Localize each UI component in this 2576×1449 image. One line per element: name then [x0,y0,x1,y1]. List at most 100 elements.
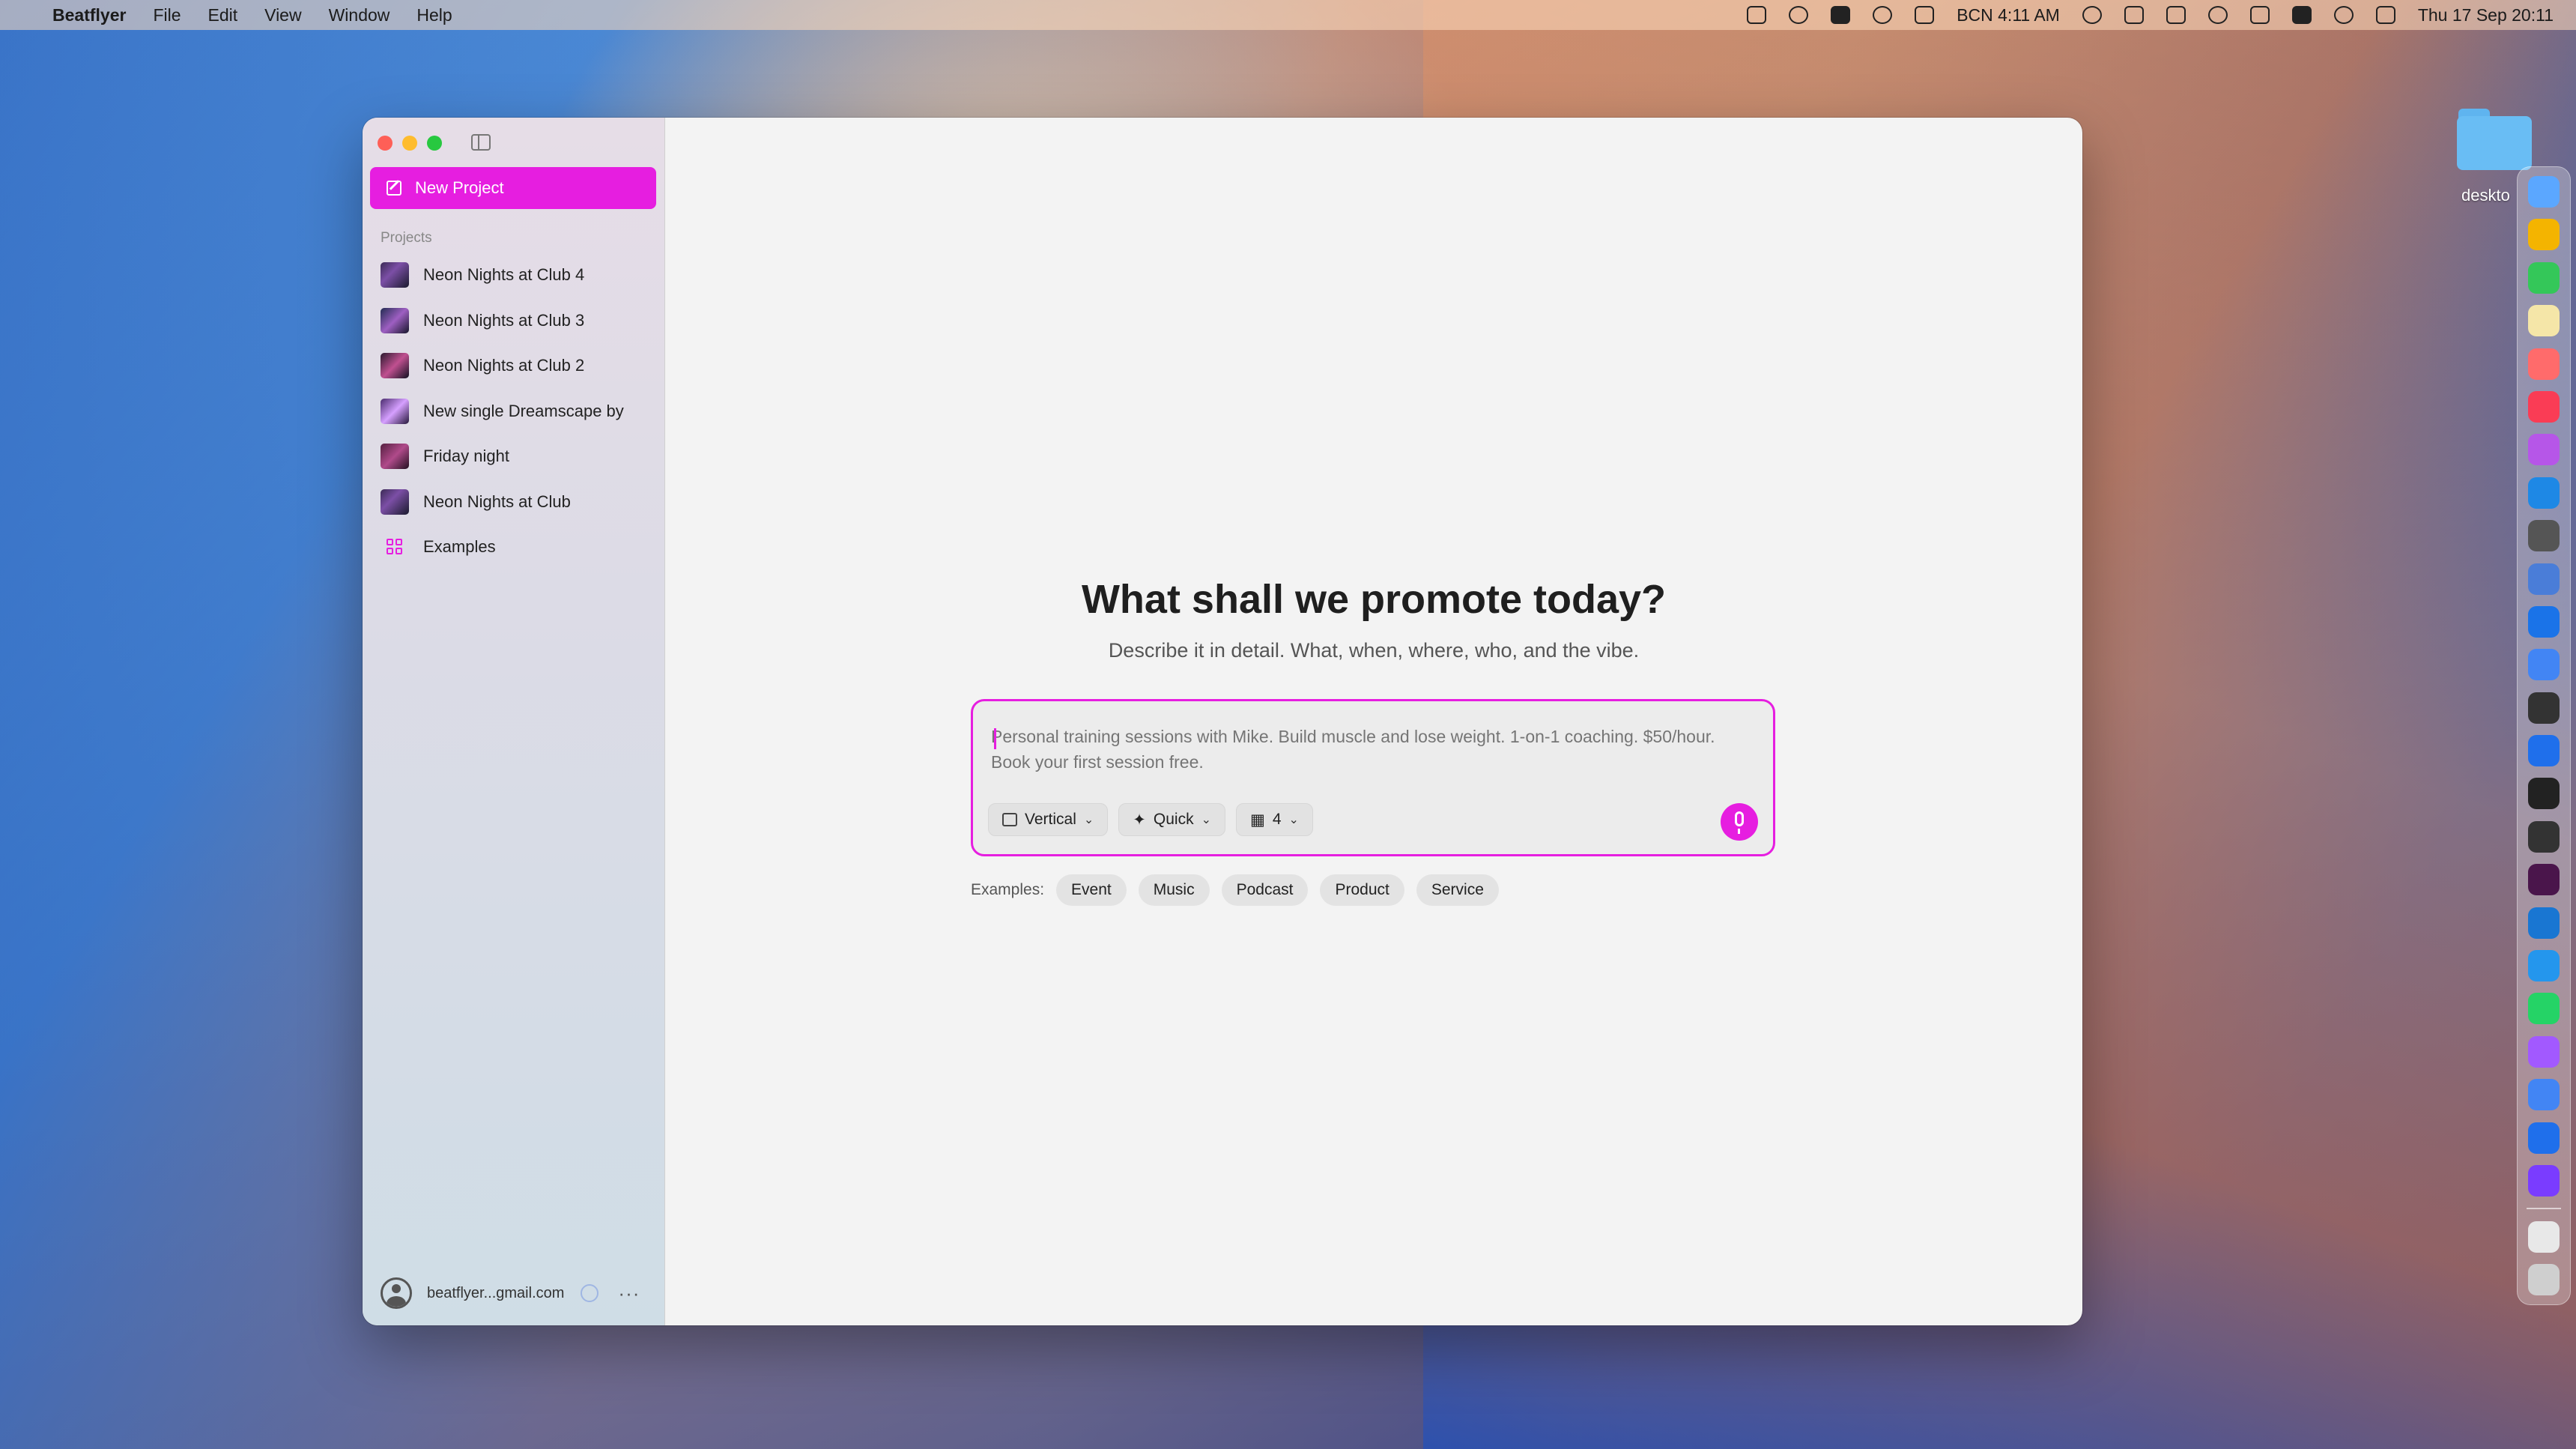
project-list: Neon Nights at Club 4 Neon Nights at Clu… [363,252,664,570]
vpn-status-icon[interactable] [1873,6,1893,24]
menu-view[interactable]: View [264,5,301,25]
chevron-down-icon: ⌄ [1288,814,1299,826]
microphone-button[interactable] [1721,803,1758,841]
desktop-folder-icon[interactable] [2457,109,2532,170]
battery-icon[interactable] [2291,6,2312,24]
count-value: 4 [1272,811,1282,828]
count-select[interactable]: ▦ 4 ⌄ [1235,803,1313,836]
sidebar-item-project[interactable]: New single Dreamscape by [363,389,664,435]
dock-app-icon[interactable] [2528,1079,2560,1111]
volume-icon[interactable] [2166,6,2186,24]
creative-cloud-icon[interactable] [1789,6,1809,24]
dock-app-icon[interactable] [2528,605,2560,638]
project-title: Neon Nights at Club 3 [423,310,585,330]
project-title: New single Dreamscape by [423,401,624,420]
example-chip-event[interactable]: Event [1056,874,1127,906]
project-thumbnail [381,307,409,333]
dock-app-icon[interactable] [2528,348,2560,380]
dock-app-icon[interactable] [2528,864,2560,896]
dock-app-icon[interactable] [2528,1122,2560,1154]
dock-app-icon[interactable] [2528,176,2560,208]
prompt-options: Vertical ⌄ ✦ Quick ⌄ ▦ 4 ⌄ [988,803,1313,836]
sidebar-item-examples[interactable]: Examples [363,524,664,570]
project-title: Neon Nights at Club 4 [423,265,585,285]
project-thumbnail [381,444,409,470]
dock-app-icon[interactable] [2528,778,2560,810]
dropbox-icon[interactable] [1915,6,1935,24]
mode-select[interactable]: ✦ Quick ⌄ [1118,803,1225,836]
text-caret [994,728,996,749]
dock-app-icon[interactable] [2528,950,2560,982]
example-chip-music[interactable]: Music [1138,874,1210,906]
loading-spinner-icon [581,1284,599,1302]
dock-app-icon[interactable] [2528,563,2560,595]
dock-app-icon[interactable] [2528,1035,2560,1068]
control-center-icon[interactable] [2375,6,2395,24]
menu-edit[interactable]: Edit [208,5,238,25]
trash-icon[interactable] [2528,1264,2560,1296]
layout-icon [1002,813,1017,826]
dock-app-icon[interactable] [2528,907,2560,939]
page-title: What shall we promote today? [1081,577,1667,622]
display-icon[interactable] [2124,6,2144,24]
project-title: Friday night [423,447,509,466]
avatar-icon[interactable] [381,1277,412,1309]
project-thumbnail [381,353,409,379]
zoom-window-button[interactable] [427,136,442,151]
dock-app-icon[interactable] [2528,1164,2560,1197]
dock-app-icon[interactable] [2528,219,2560,251]
menu-window[interactable]: Window [329,5,390,25]
page-subtitle: Describe it in detail. What, when, where… [1108,639,1640,662]
desktop-folder-label[interactable]: deskto [2461,186,2510,205]
box-status-icon[interactable] [1831,6,1851,24]
app-window: New Project Projects Neon Nights at Club… [363,118,2082,1325]
dock-app-icon[interactable] [2528,261,2560,294]
menu-file[interactable]: File [153,5,181,25]
world-clock-status[interactable]: BCN 4:11 AM [1957,5,2060,25]
sidebar-item-project[interactable]: Neon Nights at Club 3 [363,298,664,344]
orientation-select[interactable]: Vertical ⌄ [988,803,1109,836]
menu-app-name[interactable]: Beatflyer [52,5,126,25]
minimize-window-button[interactable] [402,136,417,151]
dock-app-icon[interactable] [2528,993,2560,1025]
dock-app-icon[interactable] [2528,692,2560,724]
project-thumbnail [381,398,409,424]
dock-app-icon[interactable] [2528,434,2560,466]
examples-row-label: Examples: [971,881,1045,898]
sparkle-icon: ✦ [1133,811,1146,829]
now-playing-icon[interactable] [2207,6,2228,24]
dock-app-icon[interactable] [2528,649,2560,681]
example-chip-product[interactable]: Product [1320,874,1404,906]
sidebar: New Project Projects Neon Nights at Club… [363,118,665,1325]
orientation-value: Vertical [1025,811,1076,828]
menu-bar: Beatflyer File Edit View Window Help BCN… [0,0,2576,30]
sidebar-toggle-icon[interactable] [471,134,491,151]
sidebar-item-project[interactable]: Neon Nights at Club 4 [363,252,664,298]
dock-app-icon[interactable] [2528,305,2560,337]
info-status-icon[interactable] [2082,6,2102,24]
close-window-button[interactable] [378,136,393,151]
bluetooth-icon[interactable] [2249,6,2270,24]
menu-clock[interactable]: Thu 17 Sep 20:11 [2418,5,2554,25]
dock-app-icon[interactable] [2528,390,2560,423]
sidebar-item-project[interactable]: Neon Nights at Club 2 [363,343,664,389]
example-chip-service[interactable]: Service [1416,874,1499,906]
examples-row: Examples: Event Music Podcast Product Se… [971,874,1499,906]
sidebar-item-project[interactable]: Neon Nights at Club [363,480,664,525]
new-project-button[interactable]: New Project [370,167,656,209]
dock-app-icon[interactable] [2528,1220,2560,1253]
dock-app-icon[interactable] [2528,820,2560,853]
figma-status-icon[interactable] [1747,6,1767,24]
dock-app-icon[interactable] [2528,477,2560,509]
dock-app-icon[interactable] [2528,520,2560,552]
example-chip-podcast[interactable]: Podcast [1221,874,1309,906]
sidebar-item-project[interactable]: Friday night [363,434,664,480]
mode-value: Quick [1153,811,1194,828]
account-email[interactable]: beatflyer...gmail.com [427,1285,564,1302]
wifi-icon[interactable] [2333,6,2354,24]
new-project-label: New Project [415,178,504,197]
more-options-button[interactable]: ··· [618,1282,640,1305]
menu-help[interactable]: Help [416,5,452,25]
prompt-input[interactable] [991,724,1740,784]
dock-app-icon[interactable] [2528,735,2560,767]
